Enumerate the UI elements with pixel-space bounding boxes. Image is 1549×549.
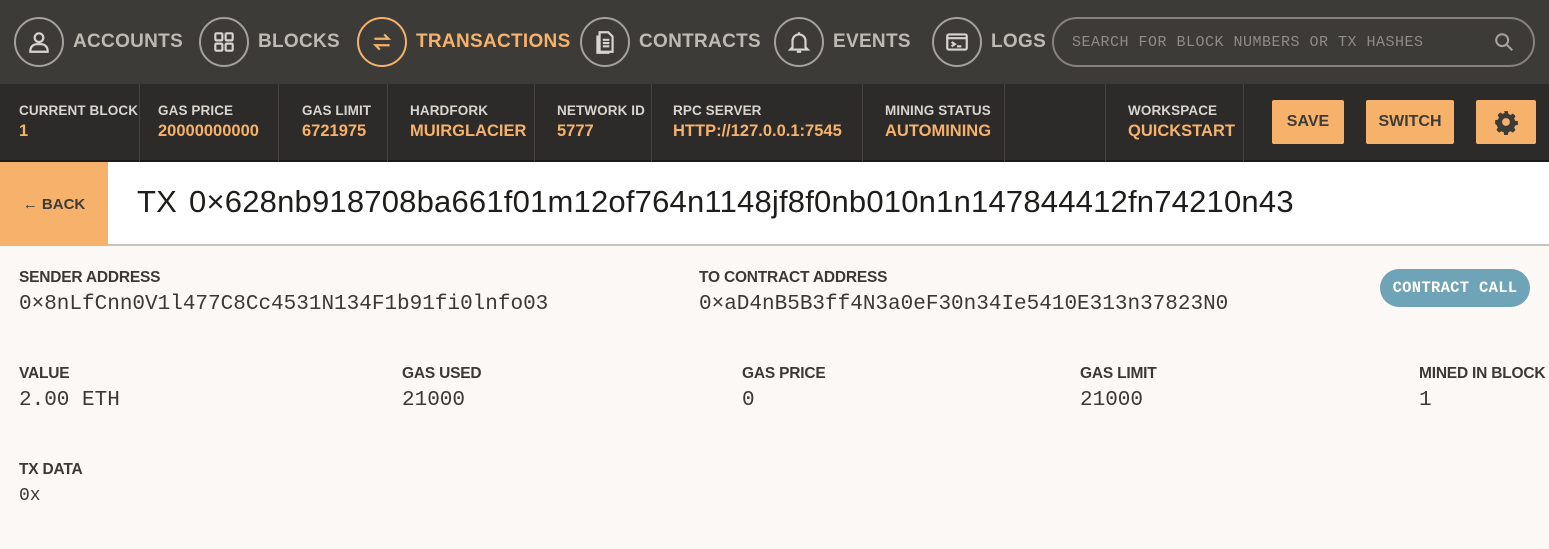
to-contract-address-value: 0×aD4nB5B3ff4N3a0eF30n34Ie5410E313n37823… [699,293,1229,316]
status-value: 6721975 [302,122,367,140]
nav-events-label: EVENTS [833,31,911,52]
status-label: WORKSPACE [1128,103,1218,118]
gas-limit-value: 21000 [1080,389,1144,412]
value-amount: 2.00 ETH [19,389,120,412]
status-label: GAS LIMIT [302,103,372,118]
gear-icon [1493,109,1519,135]
tx-data-field: TX DATA 0x [19,461,83,506]
page-title: TX 0×628nb918708ba661f01m12of764n1148jf8f… [137,184,1294,220]
nav-blocks-label: BLOCKS [258,31,341,52]
tx-prefix: TX [137,184,178,219]
status-hardfork: HARDFORK MUIRGLACIER [388,84,535,162]
settings-button[interactable] [1476,100,1536,144]
gas-used-field: GAS USED 21000 [402,365,482,412]
blocks-icon [199,17,249,67]
to-contract-address-label: TO CONTRACT ADDRESS [699,269,888,286]
status-gas-limit: GAS LIMIT 6721975 [279,84,388,162]
nav-transactions-label: TRANSACTIONS [416,31,571,52]
tx-data-label: TX DATA [19,461,83,478]
status-network-id: NETWORK ID 5777 [535,84,652,162]
sender-address-label: SENDER ADDRESS [19,269,161,286]
account-icon [14,17,64,67]
gas-used-label: GAS USED [402,365,482,382]
transactions-icon [357,17,407,67]
gas-limit-label: GAS LIMIT [1080,365,1157,382]
sender-address-field: SENDER ADDRESS 0×8nLfCnn0V1l477C8Cc4531N… [19,269,548,316]
search-input[interactable] [1072,33,1493,51]
contract-call-badge: CONTRACT CALL [1380,269,1530,307]
status-label: HARDFORK [410,103,489,118]
mined-in-block-label: MINED IN BLOCK [1419,365,1546,382]
gas-used-value: 21000 [402,389,466,412]
tx-data-value: 0x [19,486,41,506]
value-field: VALUE 2.00 ETH [19,365,120,412]
status-gas-price: GAS PRICE 20000000000 [140,84,279,162]
status-workspace: WORKSPACE QUICKSTART [1105,84,1244,162]
switch-button[interactable]: SWITCH [1366,100,1454,144]
nav-logs-label: LOGS [991,31,1047,52]
back-button[interactable]: ← BACK [0,162,108,246]
nav-contracts-label: CONTRACTS [639,31,761,52]
status-value: QUICKSTART [1128,122,1235,140]
sender-address-value: 0×8nLfCnn0V1l477C8Cc4531N134F1b91fi0lnfo… [19,293,549,316]
status-label: MINING STATUS [885,103,991,118]
nav-accounts[interactable]: ACCOUNTS [14,16,183,68]
status-current-block: CURRENT BLOCK 1 [0,84,140,162]
top-navigation: ACCOUNTS BLOCKS TRANSACTIONS CONTRACTS E… [0,0,1549,84]
terminal-icon [932,17,982,67]
status-bar: CURRENT BLOCK 1 GAS PRICE 20000000000 GA… [0,84,1549,162]
status-value: 5777 [557,122,594,140]
gas-price-value: 0 [742,389,755,412]
to-contract-address-field: TO CONTRACT ADDRESS 0×aD4nB5B3ff4N3a0eF3… [699,269,1228,316]
nav-logs[interactable]: LOGS [932,16,1046,68]
value-label: VALUE [19,365,70,382]
status-value: HTTP://127.0.0.1:7545 [673,122,842,140]
mined-in-block-value: 1 [1419,389,1432,412]
status-label: NETWORK ID [557,103,645,118]
status-value: MUIRGLACIER [410,122,527,140]
nav-contracts[interactable]: CONTRACTS [580,16,761,68]
gas-limit-field: GAS LIMIT 21000 [1080,365,1157,412]
nav-accounts-label: ACCOUNTS [73,31,184,52]
status-mining-status: MINING STATUS AUTOMINING [863,84,1005,162]
nav-blocks[interactable]: BLOCKS [199,16,340,68]
status-rpc-server: RPC SERVER HTTP://127.0.0.1:7545 [652,84,863,162]
save-button[interactable]: SAVE [1272,100,1344,144]
transaction-title-bar: ← BACK TX 0×628nb918708ba661f01m12of764n1… [0,162,1549,246]
status-value: AUTOMINING [885,122,992,140]
gas-price-label: GAS PRICE [742,365,826,382]
status-value: 20000000000 [158,122,259,140]
bell-icon [774,17,824,67]
contracts-icon [580,17,630,67]
status-label: CURRENT BLOCK [19,103,139,118]
mined-in-block-field: MINED IN BLOCK 1 [1419,365,1546,412]
tx-hash: 0×628nb918708ba661f01m12of764n1148jf8f0n… [189,184,1294,219]
status-label: RPC SERVER [673,103,762,118]
nav-events[interactable]: EVENTS [774,16,911,68]
search-icon[interactable] [1493,31,1515,53]
gas-price-field: GAS PRICE 0 [742,365,826,412]
nav-transactions[interactable]: TRANSACTIONS [357,16,571,68]
search-box [1052,17,1535,67]
status-value: 1 [19,122,29,140]
status-label: GAS PRICE [158,103,234,118]
